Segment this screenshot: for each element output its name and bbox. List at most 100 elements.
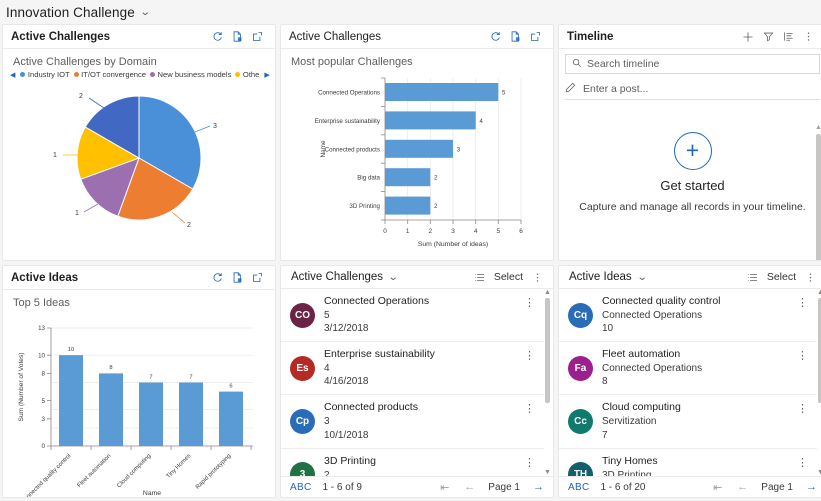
svg-text:8: 8 (109, 365, 112, 371)
row-more-icon[interactable]: ⋮ (519, 456, 540, 469)
row-more-icon[interactable]: ⋮ (792, 456, 813, 469)
alphabet-filter-button[interactable]: ABC (290, 482, 311, 493)
add-timeline-record-button[interactable]: + (673, 131, 712, 170)
vertical-bar-chart[interactable]: 0 3 5 8 10 13 Sum (Number of Votes) 10 8… (3, 311, 275, 497)
avatar: Es (290, 355, 315, 381)
scrollbar-thumb[interactable] (545, 298, 550, 403)
timeline-scrollbar[interactable]: ▲ ▼ (814, 124, 821, 260)
legend-item[interactable]: IT/OT convergence (73, 70, 147, 79)
page-label: Page 1 (761, 481, 793, 493)
refresh-icon[interactable] (207, 27, 227, 47)
chevron-down-icon[interactable]: ⌄ (388, 272, 399, 283)
refresh-icon[interactable] (485, 27, 505, 47)
item-name: Enterprise sustainability (324, 348, 435, 361)
svg-text:Connected products: Connected products (325, 146, 380, 153)
svg-text:3: 3 (457, 147, 461, 153)
item-name: 3D Printing (324, 454, 376, 467)
list-view-icon[interactable] (470, 267, 490, 287)
more-icon[interactable] (527, 267, 547, 287)
legend-swatch (235, 72, 241, 77)
legend-item[interactable]: New business models (150, 70, 231, 79)
previous-page-icon[interactable]: ← (735, 481, 750, 493)
svg-text:13: 13 (38, 325, 45, 332)
row-more-icon[interactable]: ⋮ (519, 296, 540, 309)
list-item[interactable]: Fa Fleet automation Connected Operations… (559, 342, 817, 396)
card-header: Active Challenges (3, 25, 275, 49)
pie-chart[interactable]: 3 2 1 1 2 (3, 81, 275, 260)
scroll-up-icon[interactable]: ▲ (817, 289, 821, 296)
list-view-icon[interactable] (743, 267, 763, 287)
svg-text:7: 7 (149, 374, 152, 380)
legend-prev-icon[interactable]: ◀ (9, 71, 16, 79)
list-header: Active Ideas ⌄ Select (559, 266, 821, 289)
card-title: Active Challenges (289, 30, 382, 43)
search-input[interactable] (587, 58, 813, 70)
search-timeline-field[interactable] (565, 54, 820, 74)
filter-icon[interactable] (758, 27, 778, 47)
refresh-icon[interactable] (207, 268, 227, 288)
list-item[interactable]: CO Connected Operations 5 3/12/2018 ⋮ (281, 289, 544, 343)
svg-text:Rapid prototyping: Rapid prototyping (195, 453, 232, 490)
list-scrollbar[interactable]: ▲ ▼ (543, 289, 552, 476)
item-name: Tiny Homes (602, 454, 658, 467)
legend-label: IT/OT convergence (81, 70, 147, 79)
export-icon[interactable] (227, 27, 247, 47)
list-item[interactable]: TH Tiny Homes 3D Printing 7 ⋮ (559, 449, 817, 476)
horizontal-bar-chart[interactable]: 5 4 3 2 2 Connected Operations Enterpris… (281, 70, 553, 260)
enter-post-field[interactable]: Enter a post... (565, 78, 820, 100)
svg-text:4: 4 (474, 228, 478, 235)
select-button[interactable]: Select (490, 271, 527, 283)
row-more-icon[interactable]: ⋮ (792, 349, 813, 362)
page-label: Page 1 (488, 481, 520, 493)
search-icon (572, 58, 582, 71)
page-title: Innovation Challenge (6, 4, 135, 20)
legend-swatch (73, 72, 79, 77)
legend-next-icon[interactable]: ▶ (263, 71, 270, 79)
legend-item[interactable]: Industry IOT (20, 70, 70, 79)
alphabet-filter-button[interactable]: ABC (568, 482, 589, 493)
list-item[interactable]: Cc Cloud computing Servitization 7 ⋮ (559, 395, 817, 449)
scroll-down-icon[interactable]: ▼ (544, 469, 551, 476)
svg-text:3: 3 (451, 228, 455, 235)
scroll-up-icon[interactable]: ▲ (544, 289, 551, 296)
list-item[interactable]: Cq Connected quality control Connected O… (559, 289, 817, 343)
list-scrollbar[interactable]: ▲ ▼ (816, 289, 821, 476)
list-item[interactable]: Cp Connected products 3 10/1/2018 ⋮ (281, 395, 544, 449)
item-parent: Connected Operations (602, 309, 703, 321)
row-more-icon[interactable]: ⋮ (519, 402, 540, 415)
select-button[interactable]: Select (763, 271, 800, 283)
list-item[interactable]: Es Enterprise sustainability 4 4/16/2018… (281, 342, 544, 396)
pencil-icon (565, 82, 576, 96)
first-page-icon[interactable]: ⇤ (711, 481, 724, 494)
card-header: Active Challenges (281, 25, 553, 49)
export-icon[interactable] (505, 27, 525, 47)
popout-icon[interactable] (247, 268, 267, 288)
popout-icon[interactable] (247, 27, 267, 47)
sort-icon[interactable] (778, 27, 798, 47)
bar (179, 382, 203, 446)
scroll-down-icon[interactable]: ▼ (817, 469, 821, 476)
item-parent: Servitization (602, 416, 657, 428)
scroll-up-icon[interactable]: ▲ (815, 124, 821, 131)
chevron-down-icon[interactable]: ⌄ (140, 7, 151, 18)
row-more-icon[interactable]: ⋮ (792, 402, 813, 415)
chevron-down-icon[interactable]: ⌄ (636, 272, 647, 283)
first-page-icon[interactable]: ⇤ (438, 481, 451, 494)
legend-item[interactable]: Othe (235, 70, 259, 79)
plus-icon[interactable] (738, 27, 758, 47)
svg-text:0: 0 (383, 228, 387, 235)
scrollbar-thumb[interactable] (816, 134, 821, 260)
more-icon[interactable] (800, 267, 820, 287)
row-more-icon[interactable]: ⋮ (519, 349, 540, 362)
svg-text:Big data: Big data (357, 175, 380, 182)
previous-page-icon[interactable]: ← (462, 481, 477, 493)
popout-icon[interactable] (525, 27, 545, 47)
next-page-icon[interactable]: → (804, 481, 819, 493)
list-item[interactable]: 3 3D Printing 2 3/1/2018 ⋮ (281, 449, 544, 476)
export-icon[interactable] (227, 268, 247, 288)
card-title: Timeline (567, 30, 614, 43)
row-more-icon[interactable]: ⋮ (792, 296, 813, 309)
next-page-icon[interactable]: → (531, 481, 546, 493)
more-icon[interactable] (798, 27, 818, 47)
svg-text:Name: Name (143, 490, 161, 497)
